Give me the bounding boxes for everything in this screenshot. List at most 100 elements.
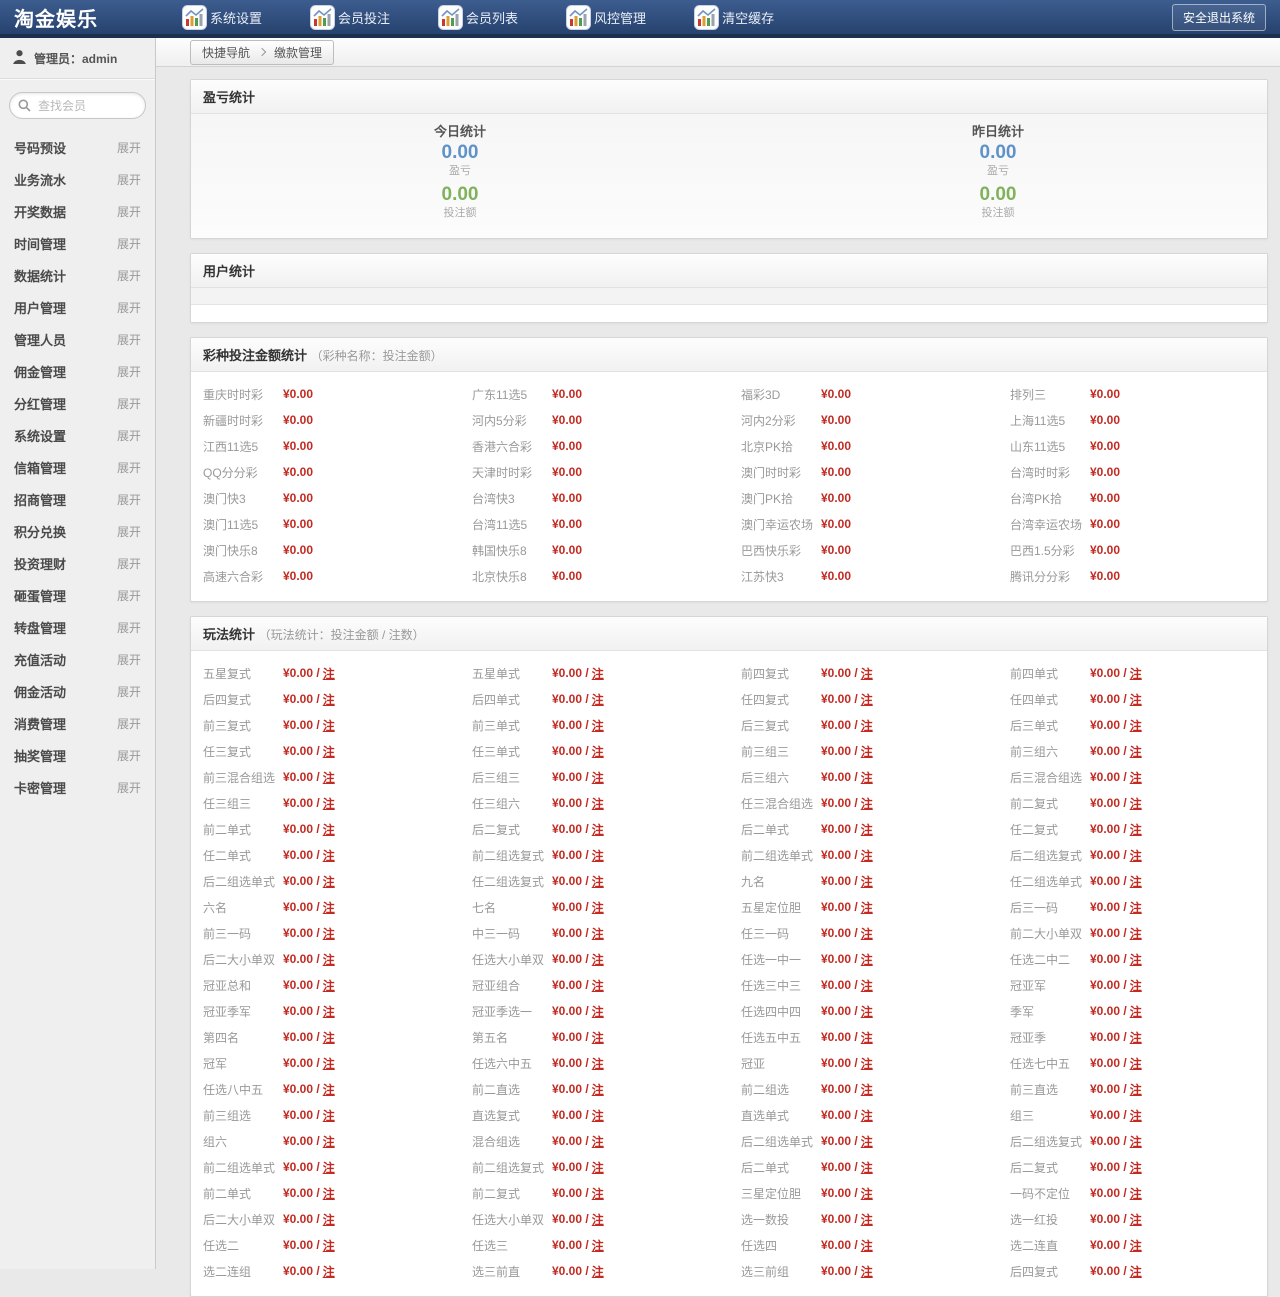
play-note-link[interactable]: 注: [861, 873, 873, 890]
play-note-link[interactable]: 注: [323, 717, 335, 734]
play-note-link[interactable]: 注: [592, 665, 604, 682]
play-note-link[interactable]: 注: [861, 1081, 873, 1098]
play-note-link[interactable]: 注: [1130, 1185, 1142, 1202]
logout-button[interactable]: 安全退出系统: [1172, 4, 1266, 31]
play-note-link[interactable]: 注: [592, 1029, 604, 1046]
play-note-link[interactable]: 注: [1130, 665, 1142, 682]
play-note-link[interactable]: 注: [1130, 1107, 1142, 1124]
play-note-link[interactable]: 注: [861, 821, 873, 838]
play-note-link[interactable]: 注: [861, 977, 873, 994]
nav-menu-item[interactable]: 风控管理: [566, 5, 646, 30]
play-note-link[interactable]: 注: [1130, 1159, 1142, 1176]
play-note-link[interactable]: 注: [592, 951, 604, 968]
play-note-link[interactable]: 注: [861, 1211, 873, 1228]
play-note-link[interactable]: 注: [323, 821, 335, 838]
play-note-link[interactable]: 注: [323, 925, 335, 942]
play-note-link[interactable]: 注: [1130, 1029, 1142, 1046]
expand-toggle[interactable]: 展开: [117, 491, 141, 508]
sidebar-item[interactable]: 开奖数据 展开: [0, 195, 155, 227]
play-note-link[interactable]: 注: [592, 743, 604, 760]
play-note-link[interactable]: 注: [592, 1211, 604, 1228]
play-note-link[interactable]: 注: [1130, 691, 1142, 708]
play-note-link[interactable]: 注: [1130, 899, 1142, 916]
play-note-link[interactable]: 注: [323, 1159, 335, 1176]
play-note-link[interactable]: 注: [861, 1003, 873, 1020]
play-note-link[interactable]: 注: [323, 1263, 335, 1280]
expand-toggle[interactable]: 展开: [117, 587, 141, 604]
sidebar-item[interactable]: 消费管理 展开: [0, 707, 155, 739]
play-note-link[interactable]: 注: [323, 1107, 335, 1124]
sidebar-item[interactable]: 分红管理 展开: [0, 387, 155, 419]
play-note-link[interactable]: 注: [1130, 1211, 1142, 1228]
sidebar-item[interactable]: 号码预设 展开: [0, 131, 155, 163]
play-note-link[interactable]: 注: [323, 691, 335, 708]
play-note-link[interactable]: 注: [592, 717, 604, 734]
play-note-link[interactable]: 注: [323, 1081, 335, 1098]
play-note-link[interactable]: 注: [592, 795, 604, 812]
play-note-link[interactable]: 注: [323, 1211, 335, 1228]
nav-menu-item[interactable]: 系统设置: [182, 5, 262, 30]
play-note-link[interactable]: 注: [592, 1055, 604, 1072]
expand-toggle[interactable]: 展开: [117, 299, 141, 316]
expand-toggle[interactable]: 展开: [117, 779, 141, 796]
play-note-link[interactable]: 注: [592, 1133, 604, 1150]
play-note-link[interactable]: 注: [1130, 1263, 1142, 1280]
expand-toggle[interactable]: 展开: [117, 683, 141, 700]
play-note-link[interactable]: 注: [1130, 951, 1142, 968]
expand-toggle[interactable]: 展开: [117, 363, 141, 380]
play-note-link[interactable]: 注: [861, 1133, 873, 1150]
play-note-link[interactable]: 注: [592, 769, 604, 786]
play-note-link[interactable]: 注: [861, 1263, 873, 1280]
play-note-link[interactable]: 注: [323, 1029, 335, 1046]
expand-toggle[interactable]: 展开: [117, 459, 141, 476]
expand-toggle[interactable]: 展开: [117, 171, 141, 188]
sidebar-item[interactable]: 招商管理 展开: [0, 483, 155, 515]
play-note-link[interactable]: 注: [323, 665, 335, 682]
play-note-link[interactable]: 注: [323, 873, 335, 890]
play-note-link[interactable]: 注: [592, 821, 604, 838]
expand-toggle[interactable]: 展开: [117, 619, 141, 636]
breadcrumb-tab-quick-nav[interactable]: 快捷导航: [202, 44, 250, 61]
play-note-link[interactable]: 注: [1130, 743, 1142, 760]
sidebar-item[interactable]: 业务流水 展开: [0, 163, 155, 195]
play-note-link[interactable]: 注: [1130, 925, 1142, 942]
play-note-link[interactable]: 注: [323, 951, 335, 968]
play-note-link[interactable]: 注: [323, 795, 335, 812]
play-note-link[interactable]: 注: [592, 1159, 604, 1176]
play-note-link[interactable]: 注: [592, 1003, 604, 1020]
nav-menu-item[interactable]: 清空缓存: [694, 5, 774, 30]
breadcrumb-tab-payment[interactable]: 缴款管理: [274, 44, 322, 61]
sidebar-item[interactable]: 佣金管理 展开: [0, 355, 155, 387]
play-note-link[interactable]: 注: [323, 899, 335, 916]
play-note-link[interactable]: 注: [323, 769, 335, 786]
sidebar-item[interactable]: 信箱管理 展开: [0, 451, 155, 483]
expand-toggle[interactable]: 展开: [117, 651, 141, 668]
nav-menu-item[interactable]: 会员投注: [310, 5, 390, 30]
play-note-link[interactable]: 注: [323, 1237, 335, 1254]
expand-toggle[interactable]: 展开: [117, 331, 141, 348]
expand-toggle[interactable]: 展开: [117, 427, 141, 444]
play-note-link[interactable]: 注: [1130, 769, 1142, 786]
sidebar-item[interactable]: 充值活动 展开: [0, 643, 155, 675]
play-note-link[interactable]: 注: [592, 1185, 604, 1202]
expand-toggle[interactable]: 展开: [117, 523, 141, 540]
play-note-link[interactable]: 注: [861, 691, 873, 708]
sidebar-item[interactable]: 时间管理 展开: [0, 227, 155, 259]
play-note-link[interactable]: 注: [323, 743, 335, 760]
sidebar-item[interactable]: 佣金活动 展开: [0, 675, 155, 707]
play-note-link[interactable]: 注: [323, 1185, 335, 1202]
expand-toggle[interactable]: 展开: [117, 395, 141, 412]
play-note-link[interactable]: 注: [592, 977, 604, 994]
expand-toggle[interactable]: 展开: [117, 747, 141, 764]
play-note-link[interactable]: 注: [1130, 795, 1142, 812]
play-note-link[interactable]: 注: [592, 1237, 604, 1254]
play-note-link[interactable]: 注: [861, 925, 873, 942]
play-note-link[interactable]: 注: [1130, 1237, 1142, 1254]
sidebar-item[interactable]: 积分兑换 展开: [0, 515, 155, 547]
play-note-link[interactable]: 注: [861, 951, 873, 968]
play-note-link[interactable]: 注: [1130, 1133, 1142, 1150]
play-note-link[interactable]: 注: [861, 743, 873, 760]
play-note-link[interactable]: 注: [861, 795, 873, 812]
play-note-link[interactable]: 注: [1130, 1055, 1142, 1072]
play-note-link[interactable]: 注: [1130, 977, 1142, 994]
